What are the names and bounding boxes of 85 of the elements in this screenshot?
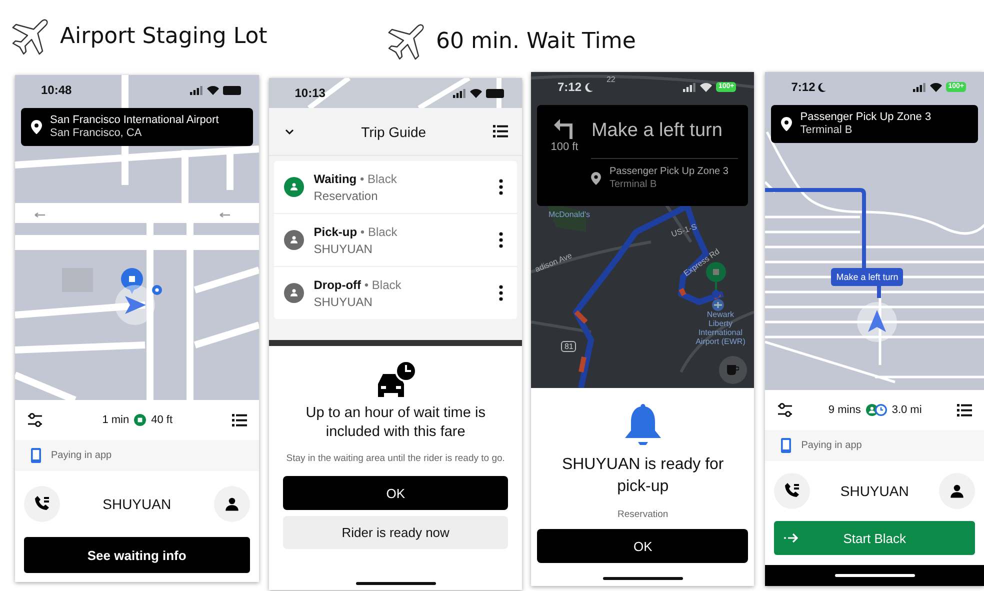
payment-text: Paying in app: [801, 440, 862, 451]
status-time: 10:13: [294, 86, 326, 100]
bell-icon: [624, 404, 661, 448]
trip-guide-title: Trip Guide: [361, 124, 426, 140]
sheet-headline: Up to an hour of wait time is included with this fare: [304, 404, 486, 442]
chevron-down-icon[interactable]: [284, 128, 294, 134]
sheet-body: Stay in the waiting area until the rider is ready to go.: [285, 452, 506, 466]
destination-subtitle: Terminal B: [609, 178, 658, 191]
start-trip-button[interactable]: Start Black: [774, 521, 975, 555]
destination-title: San Francisco International Airport: [50, 114, 219, 127]
rider-profile-button[interactable]: [214, 486, 250, 522]
arrow-right-icon: [784, 533, 798, 543]
sheet-subtitle: Reservation: [616, 508, 670, 522]
map-label: adison Ave: [534, 251, 574, 274]
rider-name: SHUYUAN: [102, 496, 172, 512]
phone-call-icon: [34, 496, 50, 512]
map-label: 81: [561, 341, 576, 352]
stop-title: Pick-up • Black: [314, 224, 398, 238]
location-dot-icon: [152, 285, 162, 295]
stop-subtitle: Reservation: [314, 188, 379, 202]
trip-stop-item[interactable]: Drop-off • Black SHUYUAN: [274, 267, 518, 319]
more-options-icon[interactable]: [499, 179, 504, 195]
map-label: Newark Liberty International Airport (EWR): [694, 310, 746, 346]
map-label: McDonald's: [548, 210, 590, 219]
more-options-icon[interactable]: [499, 232, 504, 248]
list-icon[interactable]: [232, 414, 247, 426]
list-icon[interactable]: [493, 125, 508, 138]
stop-title: Drop-off • Black: [314, 278, 402, 292]
rider-profile-button[interactable]: [938, 473, 975, 509]
rider-clock-icon: [866, 404, 887, 416]
location-pin-icon: [591, 172, 602, 184]
section-heading: 60 min. Wait Time: [436, 28, 636, 54]
see-waiting-info-button[interactable]: See waiting info: [24, 537, 250, 573]
status-time: 7:12: [791, 80, 816, 94]
more-options-icon[interactable]: [499, 285, 504, 301]
destination-subtitle: Terminal B: [800, 124, 854, 137]
wifi-icon: [206, 86, 219, 94]
stop-title: Waiting • Black: [314, 172, 398, 186]
phone-icon: [781, 438, 792, 453]
phone-call-icon: [784, 483, 800, 499]
call-button[interactable]: [774, 473, 810, 509]
turn-left-icon: [553, 117, 576, 139]
destination-subtitle: San Francisco, CA: [50, 127, 143, 140]
person-icon: [222, 495, 241, 513]
call-button[interactable]: [24, 486, 60, 522]
signal-icon: [913, 82, 926, 92]
turn-callout: Make a left turn: [831, 268, 904, 286]
rider-ready-button[interactable]: Rider is ready now: [282, 516, 508, 549]
wifi-icon: [470, 88, 482, 98]
signal-icon: [453, 88, 466, 98]
coffee-cup-icon: [727, 364, 740, 376]
payment-text: Paying in app: [51, 450, 112, 461]
rider-name: SHUYUAN: [840, 483, 909, 499]
phone-icon: [31, 448, 41, 463]
status-time: 7:12: [557, 80, 582, 94]
eta-text: 1 min: [102, 414, 130, 426]
location-pin-icon: [31, 120, 42, 134]
sheet-headline: SHUYUAN is ready for pick-up: [560, 455, 725, 497]
sliders-icon[interactable]: [27, 412, 43, 428]
status-time: 10:48: [41, 83, 72, 97]
turn-distance: 100 ft: [550, 141, 578, 153]
trip-stop-item[interactable]: Pick-up • Black SHUYUAN: [274, 214, 518, 267]
list-icon[interactable]: [956, 404, 972, 416]
wifi-icon: [700, 82, 712, 92]
wifi-icon: [930, 82, 942, 92]
turn-instruction: Make a left turn: [591, 120, 724, 142]
sliders-icon[interactable]: [777, 402, 794, 418]
destination-title: Passenger Pick Up Zone 3: [800, 111, 932, 124]
ok-button[interactable]: OK: [537, 529, 748, 563]
map-label: US-1-S: [670, 222, 698, 239]
stop-subtitle: SHUYUAN: [314, 242, 374, 256]
trip-stop-item[interactable]: Waiting • Black Reservation: [274, 161, 518, 214]
eta-text: 9 mins: [828, 404, 861, 416]
distance-text: 3.0 mi: [892, 404, 922, 416]
person-icon: [948, 482, 966, 500]
distance-text: 40 ft: [151, 414, 173, 426]
destination-title: Passenger Pick Up Zone 3: [609, 165, 728, 178]
location-pin-icon: [781, 116, 792, 132]
signal-icon: [683, 82, 696, 92]
ok-button[interactable]: OK: [282, 476, 508, 510]
stop-marker-icon: [134, 414, 146, 426]
section-heading: Airport Staging Lot: [60, 24, 268, 48]
stop-subtitle: SHUYUAN: [314, 294, 374, 308]
signal-icon: [190, 86, 203, 94]
map-label: 22: [606, 75, 616, 84]
